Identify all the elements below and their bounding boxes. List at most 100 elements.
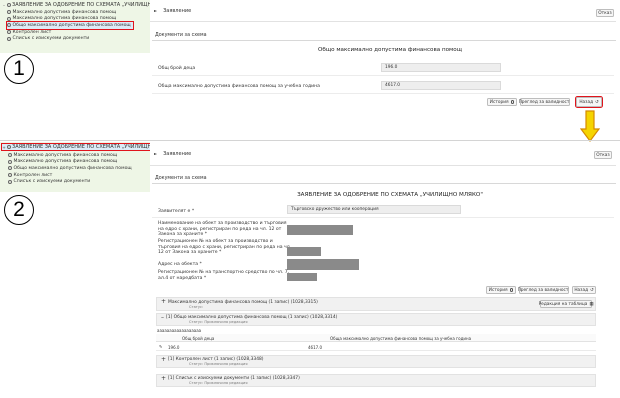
- field-value: Търговско дружество или кооперация: [287, 205, 461, 214]
- validity-button[interactable]: Преглед за валидност: [517, 286, 569, 294]
- tree-item-label: Максимално допустима финансова помощ: [12, 16, 117, 22]
- history-label: История: [489, 99, 509, 105]
- history-button[interactable]: История: [486, 286, 516, 294]
- validity-label: Преглед за валидност: [518, 99, 570, 105]
- table-cell: 196.0: [168, 345, 180, 350]
- validity-button[interactable]: Преглед за валидност: [518, 98, 570, 106]
- header-title: Заявление: [163, 150, 192, 157]
- tree-item-label: Контролен лист: [12, 29, 52, 35]
- subsection-status: Статус: Приключила редакция: [189, 320, 248, 324]
- field-label: Общ брой деца: [158, 66, 196, 71]
- tree-item[interactable]: Максимално допустима финансова помощ: [8, 152, 132, 159]
- history-label: История: [488, 287, 508, 293]
- subsection-status: Статус: Приключила редакция: [189, 362, 248, 366]
- tree-item[interactable]: Общо максимално допустима финансова помо…: [8, 165, 132, 172]
- collapse-icon[interactable]: ►: [154, 151, 157, 156]
- tree-item[interactable]: Максимално допустима финансова помощ: [8, 159, 132, 166]
- back-label: Назад: [574, 287, 589, 293]
- redacted-value: [287, 273, 317, 281]
- undo-icon: ↺: [590, 287, 594, 293]
- cancel-button[interactable]: Отказ: [596, 9, 614, 17]
- history-icon: [510, 100, 515, 104]
- field-label: Регистрационен № на транспортно средство…: [158, 270, 290, 281]
- redacted-value: [287, 225, 353, 235]
- subsection-header[interactable]: – [1] Общо максимално допустима финансова…: [156, 313, 596, 326]
- form-icon: [8, 153, 12, 158]
- garbled-text: аааааааааааааааааа: [157, 328, 202, 333]
- form-icon: [7, 10, 11, 15]
- section-title: Документи за схема: [152, 174, 616, 184]
- history-icon: [509, 288, 514, 292]
- back-label: Назад: [579, 99, 594, 105]
- subsection-header[interactable]: + [1] Списък с изискуеми документи (1 зап…: [156, 374, 596, 387]
- field-label: Адрес на обекта *: [158, 262, 202, 267]
- tree-expand-icon[interactable]: –: [2, 3, 6, 8]
- subsection-header[interactable]: + Максимално допустима финансова помощ (1…: [156, 297, 596, 311]
- tree-item[interactable]: Контролен лист: [7, 29, 133, 36]
- validity-label: Преглед за валидност: [517, 287, 569, 293]
- step-marker-1: 1: [4, 54, 34, 84]
- redacted-value: [287, 247, 321, 256]
- tree-item-selected[interactable]: Общо максимално допустима финансова помо…: [6, 21, 134, 30]
- subsection-status: Статус: Приключила редакция: [189, 381, 248, 385]
- cancel-button[interactable]: Отказ: [594, 151, 612, 159]
- document-icon: [7, 3, 11, 7]
- edit-pencil-icon[interactable]: ✎: [159, 344, 162, 349]
- down-arrow-icon: [580, 110, 600, 142]
- form-icon: [8, 159, 12, 164]
- tree-item-label: Максимално допустима финансова помощ: [13, 159, 118, 165]
- expand-icon[interactable]: +: [161, 356, 166, 362]
- form-icon: [7, 23, 11, 28]
- grid-icon: ▦: [589, 301, 594, 307]
- form-icon: [8, 173, 12, 178]
- tree-item-label: Общо максимално допустима финансова помо…: [12, 22, 131, 28]
- header-title: Заявление: [163, 7, 192, 14]
- tree-item[interactable]: Списък с изискуеми документи: [8, 178, 132, 185]
- edit-table-button[interactable]: Редакция на таблица ▦: [539, 300, 594, 308]
- tree-item[interactable]: Контролен лист: [8, 172, 132, 179]
- subsection-status: Статус:: [189, 304, 204, 309]
- tree-item-label: Максимално допустима финансова помощ: [13, 152, 118, 158]
- step-marker-2: 2: [4, 195, 34, 225]
- table-column-header: Общ брой деца: [182, 336, 215, 341]
- tree-item[interactable]: Списък с изискуеми документи: [7, 35, 133, 42]
- history-button[interactable]: История: [487, 98, 517, 106]
- undo-icon: ↺: [595, 99, 599, 105]
- tree-item-label: Списък с изискуеми документи: [12, 36, 90, 42]
- document-icon: [7, 145, 11, 149]
- field-label: Обща максимално допустима финансова помо…: [158, 84, 320, 89]
- form-title: Общо максимално допустима финансова помо…: [318, 47, 462, 53]
- tree-item[interactable]: Максимално допустима финансова помощ: [7, 9, 133, 16]
- expand-icon[interactable]: +: [161, 375, 166, 381]
- down-arrow-shape: [580, 110, 600, 142]
- tree-item-label: Максимално допустима финансова помощ: [12, 9, 117, 15]
- field-value: 4617.0: [381, 81, 501, 90]
- field-value: 196.0: [381, 63, 501, 72]
- collapse-icon[interactable]: –: [161, 314, 164, 320]
- back-button[interactable]: Назад ↺: [575, 96, 603, 108]
- tree-expand-icon[interactable]: +: [2, 145, 6, 150]
- field-label: Регистрационен № на обект за производств…: [158, 239, 292, 256]
- tree-items-2: Максимално допустима финансова помощ Мак…: [8, 152, 132, 185]
- subsection-header[interactable]: + [1] Контролен лист (1 запис) (1028,3348…: [156, 355, 596, 368]
- tree-item[interactable]: Максимално допустима финансова помощ: [7, 16, 133, 23]
- form-icon: [8, 179, 12, 184]
- form-icon: [7, 30, 11, 35]
- field-label: Наименование на обект за производство и …: [158, 221, 287, 238]
- collapse-icon[interactable]: ►: [154, 8, 157, 13]
- tree-items-1: Максимално допустима финансова помощ Мак…: [6, 9, 134, 42]
- expand-icon[interactable]: +: [161, 299, 166, 305]
- table-row[interactable]: [156, 343, 596, 351]
- form-icon: [7, 36, 11, 41]
- form-title: ЗАЯВЛЕНИЕ ЗА ОДОБРЕНИЕ ПО СХЕМАТА „УЧИЛИ…: [297, 192, 483, 198]
- table-cell: 4617.0: [308, 345, 322, 350]
- section-title: Документи за схема: [152, 31, 616, 41]
- back-button[interactable]: Назад ↺: [572, 286, 596, 294]
- tree-item-label: Контролен лист: [13, 172, 53, 178]
- form-icon: [7, 16, 11, 21]
- redacted-value: [287, 259, 359, 270]
- panel-separator: [0, 140, 620, 141]
- field-label: Заявителят е *: [158, 209, 195, 214]
- header-bar-2: ► Заявление: [150, 142, 616, 166]
- tree-item-label: Общо максимално допустима финансова помо…: [13, 165, 132, 171]
